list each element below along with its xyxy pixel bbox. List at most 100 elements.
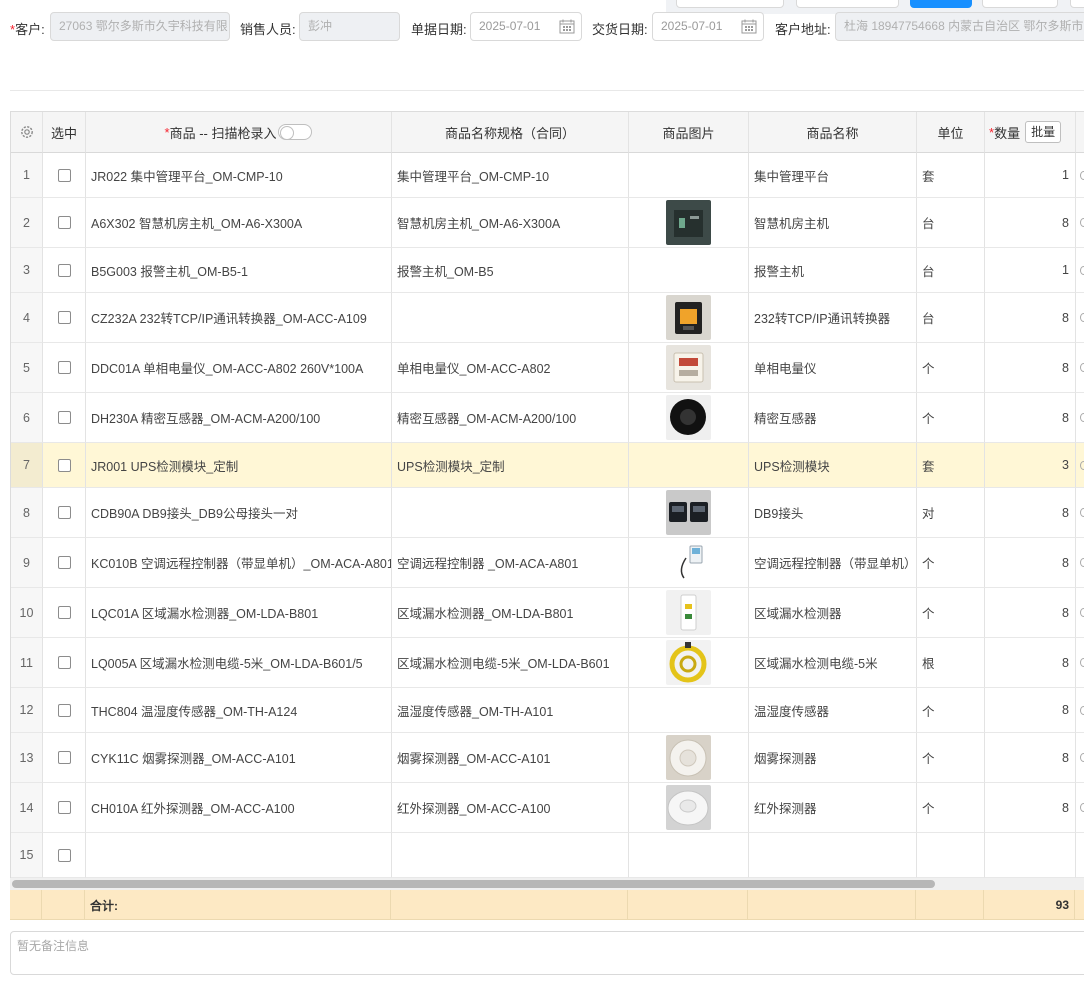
image-cell[interactable]	[629, 488, 749, 538]
spec-cell[interactable]	[392, 488, 629, 538]
product-cell[interactable]: LQC01A 区域漏水检测器_OM-LDA-B801	[86, 588, 392, 638]
row-action-icon[interactable]	[1080, 460, 1084, 470]
product-cell[interactable]: CH010A 红外探测器_OM-ACC-A100	[86, 783, 392, 833]
image-cell[interactable]	[629, 833, 749, 878]
spec-cell[interactable]	[392, 293, 629, 343]
image-cell[interactable]	[629, 343, 749, 393]
row-checkbox[interactable]	[57, 458, 71, 472]
row-checkbox[interactable]	[57, 216, 71, 229]
gear-icon[interactable]	[20, 125, 34, 139]
qty-cell[interactable]: 8	[985, 688, 1076, 733]
image-cell[interactable]	[629, 293, 749, 343]
row-action-icon[interactable]	[1080, 753, 1084, 762]
image-cell[interactable]	[629, 588, 749, 638]
table-row[interactable]: 5 DDC01A 单相电量仪_OM-ACC-A802 260V*100A 单相电量仪…	[11, 343, 1084, 393]
customer-field[interactable]: 27063 鄂尔多斯市久宇科技有限	[50, 12, 230, 41]
table-row[interactable]: 3 B5G003 报警主机_OM-B5-1 报警主机_OM-B5 报警主机台 1	[11, 248, 1084, 293]
qty-cell[interactable]: 3	[985, 443, 1076, 488]
row-action-icon[interactable]	[1080, 218, 1084, 227]
spec-cell[interactable]: 空调远程控制器 _OM-ACA-A801	[392, 538, 629, 588]
toolbar-button-4[interactable]	[1070, 0, 1084, 8]
qty-cell[interactable]: 1	[985, 153, 1076, 198]
qty-cell[interactable]: 8	[985, 638, 1076, 688]
product-cell[interactable]: B5G003 报警主机_OM-B5-1	[86, 248, 392, 293]
table-row[interactable]: 13 CYK11C 烟雾探测器_OM-ACC-A101 烟雾探测器_OM-ACC-A…	[11, 733, 1084, 783]
image-cell[interactable]	[629, 393, 749, 443]
spec-cell[interactable]: UPS检测模块_定制	[392, 443, 629, 488]
qty-cell[interactable]: 8	[985, 538, 1076, 588]
product-image[interactable]	[666, 640, 711, 685]
image-cell[interactable]	[629, 783, 749, 833]
product-image[interactable]	[666, 395, 711, 440]
product-image[interactable]	[666, 590, 711, 635]
toolbar-button-1[interactable]	[676, 0, 784, 8]
delivery-date-field[interactable]: 2025-07-01	[652, 12, 764, 41]
table-row[interactable]: 8 CDB90A DB9接头_DB9公母接头一对 DB9接头对 8	[11, 488, 1084, 538]
row-select-cell[interactable]	[43, 638, 86, 688]
row-action-icon[interactable]	[1080, 608, 1084, 617]
spec-cell[interactable]: 烟雾探测器_OM-ACC-A101	[392, 733, 629, 783]
qty-cell[interactable]: 8	[985, 488, 1076, 538]
product-cell[interactable]: CZ232A 232转TCP/IP通讯转换器_OM-ACC-A109	[86, 293, 392, 343]
qty-cell[interactable]: 8	[985, 733, 1076, 783]
row-checkbox[interactable]	[57, 361, 71, 374]
horizontal-scrollbar[interactable]	[10, 878, 1084, 890]
product-cell[interactable]: DDC01A 单相电量仪_OM-ACC-A802 260V*100A	[86, 343, 392, 393]
row-checkbox[interactable]	[57, 506, 71, 519]
row-action-icon[interactable]	[1080, 803, 1084, 812]
image-cell[interactable]	[629, 538, 749, 588]
product-image[interactable]	[666, 735, 711, 780]
row-action-icon[interactable]	[1080, 558, 1084, 567]
table-row[interactable]: 2 A6X302 智慧机房主机_OM-A6-X300A 智慧机房主机_OM-A6-X…	[11, 198, 1084, 248]
spec-cell[interactable]: 单相电量仪_OM-ACC-A802	[392, 343, 629, 393]
row-select-cell[interactable]	[43, 833, 86, 878]
row-action-icon[interactable]	[1080, 413, 1084, 422]
row-select-cell[interactable]	[43, 443, 86, 488]
row-select-cell[interactable]	[43, 343, 86, 393]
qty-cell[interactable]: 1	[985, 248, 1076, 293]
product-image[interactable]	[666, 540, 711, 585]
spec-cell[interactable]: 温湿度传感器_OM-TH-A101	[392, 688, 629, 733]
row-checkbox[interactable]	[57, 848, 71, 862]
qty-cell[interactable]: 8	[985, 293, 1076, 343]
order-date-field[interactable]: 2025-07-01	[470, 12, 582, 41]
image-cell[interactable]	[629, 688, 749, 733]
row-select-cell[interactable]	[43, 688, 86, 733]
image-cell[interactable]	[629, 638, 749, 688]
row-select-cell[interactable]	[43, 588, 86, 638]
row-select-cell[interactable]	[43, 293, 86, 343]
row-select-cell[interactable]	[43, 783, 86, 833]
row-checkbox[interactable]	[57, 801, 71, 814]
spec-cell[interactable]: 红外探测器_OM-ACC-A100	[392, 783, 629, 833]
spec-cell[interactable]: 集中管理平台_OM-CMP-10	[392, 153, 629, 198]
spec-cell[interactable]: 报警主机_OM-B5	[392, 248, 629, 293]
spec-cell[interactable]: 区域漏水检测器_OM-LDA-B801	[392, 588, 629, 638]
product-cell[interactable]	[86, 833, 392, 878]
customer-address-field[interactable]: 杜海 18947754668 内蒙古自治区 鄂尔多斯市	[835, 12, 1084, 41]
product-cell[interactable]: CYK11C 烟雾探测器_OM-ACC-A101	[86, 733, 392, 783]
row-select-cell[interactable]	[43, 198, 86, 248]
row-select-cell[interactable]	[43, 538, 86, 588]
column-settings-cell[interactable]	[11, 112, 43, 153]
sales-person-field[interactable]: 彭冲	[299, 12, 400, 41]
product-image[interactable]	[666, 295, 711, 340]
spec-cell[interactable]: 智慧机房主机_OM-A6-X300A	[392, 198, 629, 248]
spec-cell[interactable]: 区域漏水检测电缆-5米_OM-LDA-B601	[392, 638, 629, 688]
table-row[interactable]: 11 LQ005A 区域漏水检测电缆-5米_OM-LDA-B601/5 区域漏水检测…	[11, 638, 1084, 688]
scan-gun-toggle[interactable]	[278, 124, 313, 140]
table-row[interactable]: 1 JR022 集中管理平台_OM-CMP-10 集中管理平台_OM-CMP-10 集…	[11, 153, 1084, 198]
table-row[interactable]: 6 DH230A 精密互感器_OM-ACM-A200/100 精密互感器_OM-AC…	[11, 393, 1084, 443]
row-checkbox[interactable]	[57, 556, 71, 569]
batch-button[interactable]: 批量	[1025, 121, 1062, 143]
qty-cell[interactable]: 8	[985, 783, 1076, 833]
table-row[interactable]: 10 LQC01A 区域漏水检测器_OM-LDA-B801 区域漏水检测器_OM-L…	[11, 588, 1084, 638]
qty-cell[interactable]	[985, 833, 1076, 878]
image-cell[interactable]	[629, 198, 749, 248]
row-action-icon[interactable]	[1080, 658, 1084, 667]
table-row[interactable]: 15	[11, 833, 1084, 878]
row-action-icon[interactable]	[1080, 265, 1084, 275]
row-action-icon[interactable]	[1080, 170, 1084, 180]
product-image[interactable]	[666, 490, 711, 535]
qty-cell[interactable]: 8	[985, 343, 1076, 393]
product-cell[interactable]: KC010B 空调远程控制器（带显单机）_OM-ACA-A801	[86, 538, 392, 588]
